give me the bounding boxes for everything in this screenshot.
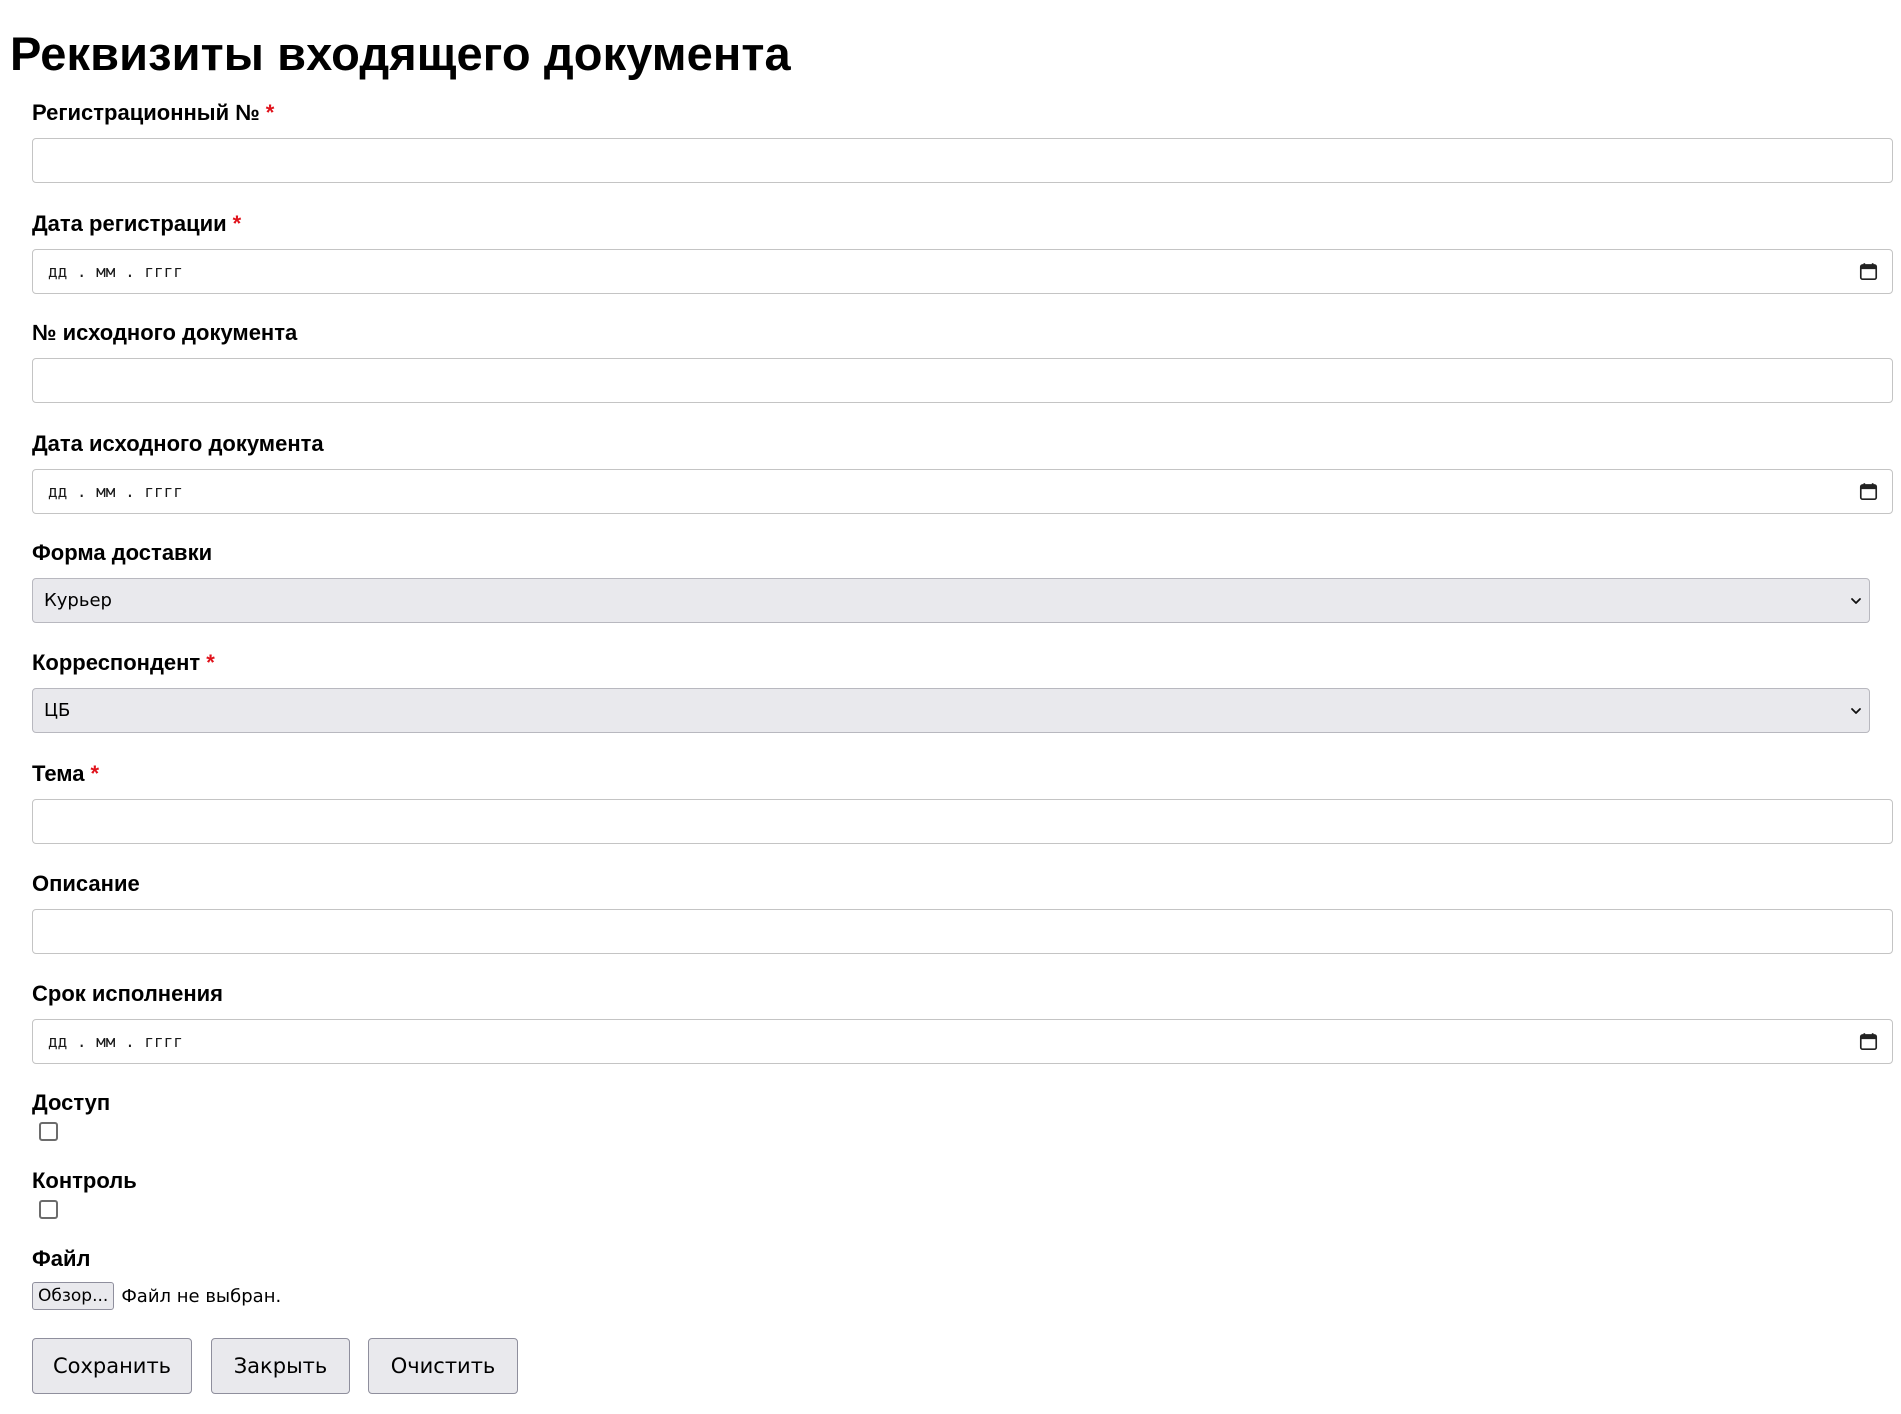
delivery-form-selected-value: Курьер	[44, 590, 112, 611]
calendar-icon[interactable]	[1859, 1032, 1878, 1051]
registration-date-input[interactable]: дд . мм . гггг	[32, 249, 1893, 294]
correspondent-label: Корреспондент *	[32, 650, 1893, 676]
required-marker: *	[232, 211, 242, 236]
due-date-input[interactable]: дд . мм . гггг	[32, 1019, 1893, 1064]
source-document-number-label: № исходного документа	[32, 320, 298, 345]
correspondent-select[interactable]: ЦБ	[32, 688, 1870, 733]
registration-number-label-text: Регистрационный №	[32, 100, 260, 125]
source-document-number-field: № исходного документа	[32, 320, 1893, 403]
correspondent-label-text: Корреспондент	[32, 650, 201, 675]
source-document-date-input[interactable]: дд . мм . гггг	[32, 469, 1893, 514]
file-label: Файл	[32, 1246, 91, 1271]
registration-date-label: Дата регистрации *	[32, 211, 1893, 237]
file-field: Файл Обзор... Файл не выбран.	[32, 1246, 1893, 1310]
required-marker: *	[206, 650, 215, 675]
close-button[interactable]: Закрыть	[211, 1338, 350, 1394]
correspondent-selected-value: ЦБ	[44, 700, 71, 721]
file-status: Файл не выбран.	[121, 1285, 282, 1307]
date-placeholder: дд . мм . гггг	[48, 482, 183, 501]
page-title: Реквизиты входящего документа	[10, 27, 791, 80]
access-checkbox[interactable]	[39, 1122, 58, 1141]
date-placeholder: дд . мм . гггг	[48, 1032, 183, 1051]
correspondent-field: Корреспондент * ЦБ	[32, 650, 1893, 733]
description-label: Описание	[32, 871, 140, 896]
description-field: Описание	[32, 871, 1893, 954]
registration-date-label-text: Дата регистрации	[32, 211, 227, 236]
source-document-date-label: Дата исходного документа	[32, 431, 324, 456]
file-picker: Обзор... Файл не выбран.	[32, 1282, 281, 1310]
registration-date-field: Дата регистрации * дд . мм . гггг	[32, 211, 1893, 294]
delivery-form-label: Форма доставки	[32, 540, 213, 565]
subject-input[interactable]	[32, 799, 1893, 844]
chevron-down-icon	[1851, 708, 1861, 714]
calendar-icon[interactable]	[1859, 262, 1878, 281]
subject-label-text: Тема	[32, 761, 85, 786]
subject-label: Тема *	[32, 761, 1893, 787]
required-marker: *	[265, 100, 275, 125]
access-field: Доступ	[32, 1090, 1893, 1141]
save-button[interactable]: Сохранить	[32, 1338, 192, 1394]
delivery-form-select[interactable]: Курьер	[32, 578, 1870, 623]
calendar-icon[interactable]	[1859, 482, 1878, 501]
control-label: Контроль	[32, 1168, 137, 1193]
source-document-date-field: Дата исходного документа дд . мм . гггг	[32, 431, 1893, 514]
due-date-field: Срок исполнения дд . мм . гггг	[32, 981, 1893, 1064]
delivery-form-field: Форма доставки Курьер	[32, 540, 1893, 623]
control-field: Контроль	[32, 1168, 1893, 1219]
source-document-number-input[interactable]	[32, 358, 1893, 403]
description-input[interactable]	[32, 909, 1893, 954]
registration-number-field: Регистрационный № *	[32, 100, 1893, 183]
clear-button[interactable]: Очистить	[368, 1338, 518, 1394]
subject-field: Тема *	[32, 761, 1893, 844]
browse-button[interactable]: Обзор...	[32, 1282, 115, 1310]
registration-number-input[interactable]	[32, 138, 1893, 183]
control-checkbox[interactable]	[39, 1200, 58, 1219]
date-placeholder: дд . мм . гггг	[48, 262, 183, 281]
due-date-label: Срок исполнения	[32, 981, 223, 1006]
access-label: Доступ	[32, 1090, 111, 1115]
required-marker: *	[90, 761, 100, 786]
registration-number-label: Регистрационный № *	[32, 100, 1893, 126]
chevron-down-icon	[1851, 598, 1861, 604]
